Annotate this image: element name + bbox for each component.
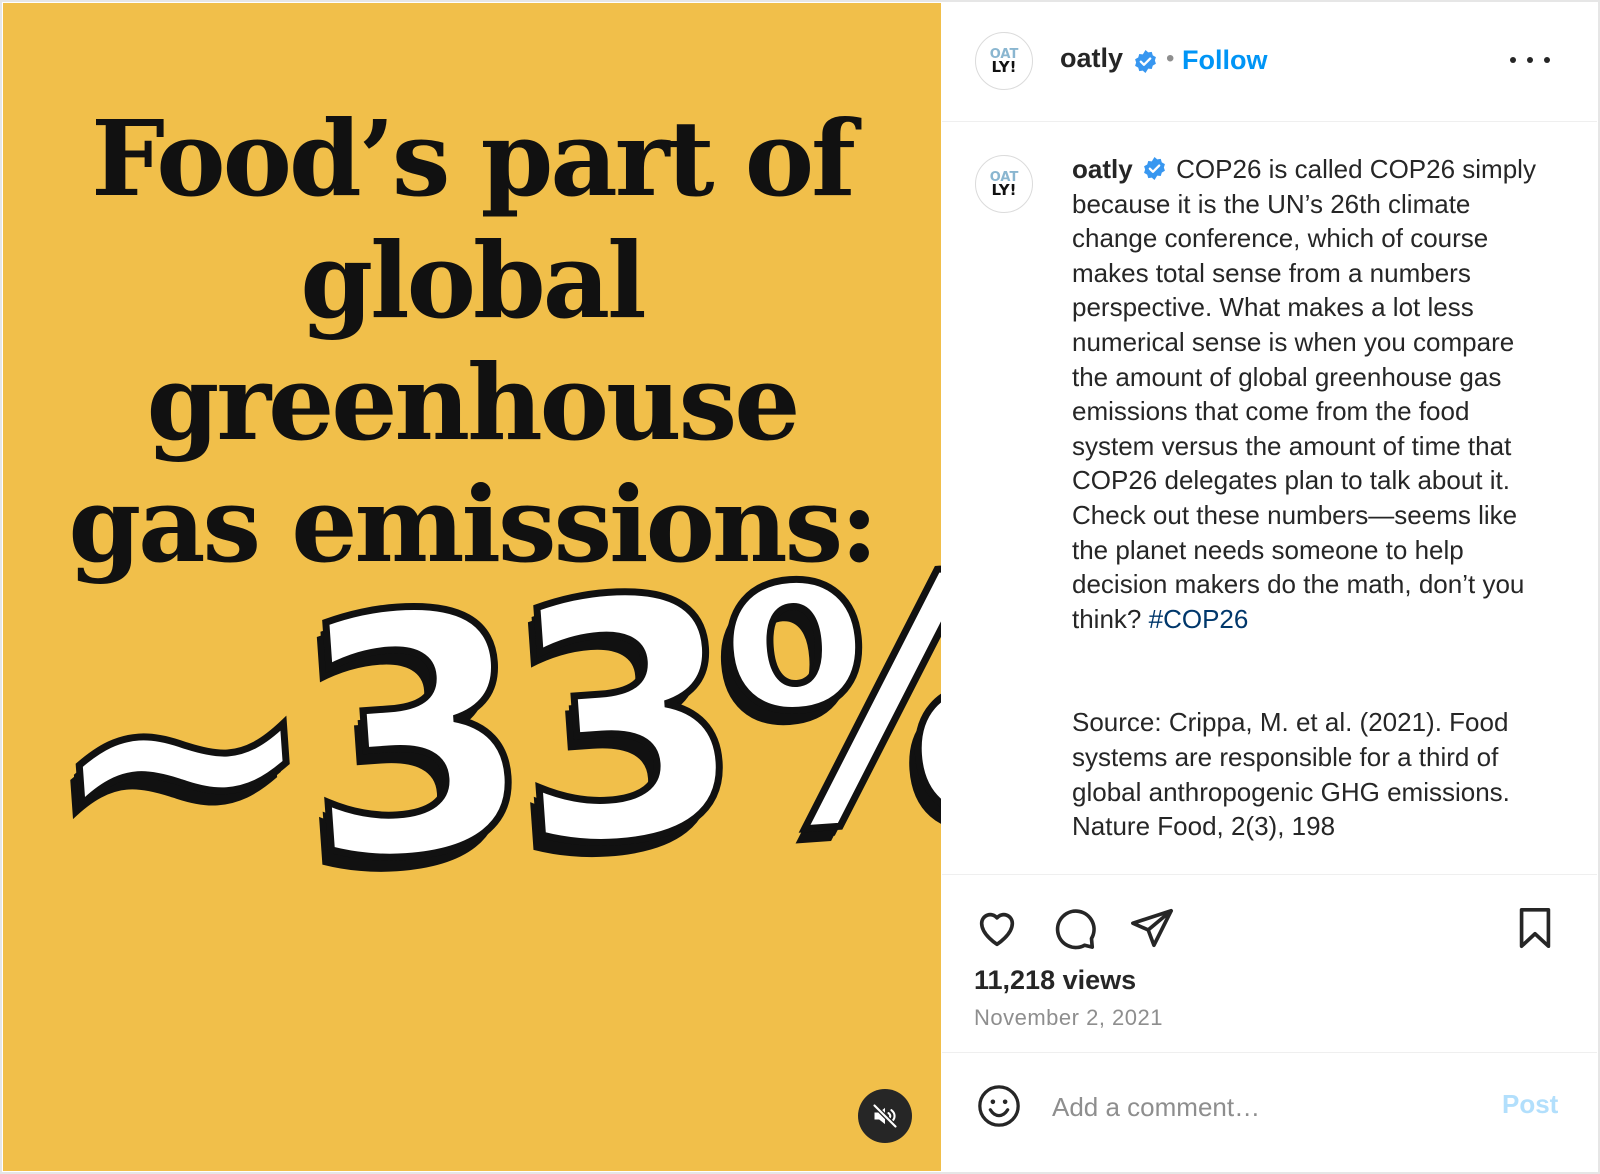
action-bar: 11,218 views November 2, 2021	[942, 874, 1597, 1053]
caption-text: COP26 is called COP26 simply because it …	[1072, 154, 1536, 634]
verified-badge-icon	[1144, 157, 1165, 180]
username-link[interactable]: oatly	[1060, 43, 1123, 74]
emoji-icon[interactable]	[976, 1083, 1022, 1129]
caption-area: OAT LY! oatly COP26 is called COP26 simp…	[942, 122, 1597, 874]
comment-input[interactable]	[1050, 1086, 1474, 1128]
bookmark-icon[interactable]	[1512, 905, 1558, 951]
post-date[interactable]: November 2, 2021	[974, 1005, 1163, 1031]
heart-icon[interactable]	[974, 905, 1020, 951]
view-count[interactable]: 11,218 views	[974, 965, 1136, 996]
speaker-muted-icon	[872, 1103, 898, 1129]
verified-badge-icon	[1135, 50, 1156, 73]
caption-source: Source: Crippa, M. et al. (2021). Food s…	[1072, 707, 1510, 842]
avatar-logo-bottom: LY!	[991, 180, 1017, 199]
caption-avatar[interactable]: OAT LY!	[975, 155, 1033, 213]
more-options-icon[interactable]	[1510, 45, 1550, 75]
post-button[interactable]: Post	[1502, 1089, 1558, 1120]
send-icon[interactable]	[1129, 905, 1175, 951]
hashtag-link[interactable]: #COP26	[1149, 604, 1249, 634]
separator-dot: •	[1166, 45, 1175, 72]
caption-username[interactable]: oatly	[1072, 154, 1133, 184]
media-headline: Food’s part of global greenhouse gas emi…	[68, 97, 878, 586]
media-stat: ~33%.	[27, 491, 941, 958]
caption: oatly COP26 is called COP26 simply becau…	[1072, 152, 1542, 844]
post-panel: OAT LY! oatly • Follow OAT LY! oatly COP…	[942, 3, 1597, 1171]
mute-button[interactable]	[858, 1089, 912, 1143]
post-media[interactable]: Food’s part of global greenhouse gas emi…	[3, 3, 941, 1171]
follow-button[interactable]: Follow	[1182, 45, 1267, 76]
avatar[interactable]: OAT LY!	[975, 32, 1033, 90]
avatar-logo-bottom: LY!	[991, 57, 1017, 76]
comment-icon[interactable]	[1052, 905, 1098, 951]
comment-bar: Post	[942, 1052, 1597, 1172]
post-header: OAT LY! oatly • Follow	[942, 3, 1597, 122]
